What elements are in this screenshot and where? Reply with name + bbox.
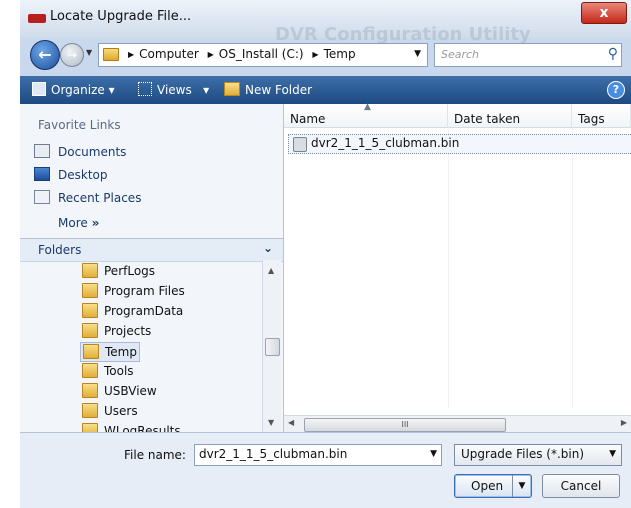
more-links[interactable]: More » bbox=[58, 216, 99, 230]
folder-icon bbox=[82, 263, 98, 278]
folder-tree-item[interactable]: Users bbox=[80, 402, 140, 420]
command-toolbar: Organize ▾ Views ▾ New Folder ? bbox=[20, 76, 631, 104]
cancel-button[interactable]: Cancel bbox=[542, 474, 620, 498]
new-folder-button[interactable]: New Folder bbox=[224, 82, 312, 97]
organize-icon bbox=[32, 82, 46, 96]
file-list-pane: ▲ Name Date taken Tags dvr2_1_1_5_clubma… bbox=[284, 102, 631, 433]
folder-tree-item[interactable]: PerfLogs bbox=[80, 262, 157, 280]
dialog-window: Locate Upgrade File... DVR Configuration… bbox=[20, 0, 631, 508]
folder-icon bbox=[82, 383, 98, 398]
folders-scroll-thumb[interactable] bbox=[265, 338, 280, 356]
column-divider bbox=[572, 128, 573, 408]
file-name-value: dvr2_1_1_5_clubman.bin bbox=[199, 447, 348, 461]
file-name-input[interactable]: dvr2_1_1_5_clubman.bin ▼ bbox=[194, 444, 442, 466]
file-type-value: Upgrade Files (*.bin) bbox=[461, 447, 584, 461]
breadcrumb: ▶ Computer ▶ OS_Install (C:) ▶ Temp bbox=[123, 47, 356, 61]
chevron-down-icon[interactable]: ⌄ bbox=[263, 241, 273, 255]
file-name: dvr2_1_1_5_clubman.bin bbox=[311, 136, 460, 150]
navigation-pane: Favorite Links Documents Desktop Recent … bbox=[20, 104, 284, 432]
folders-heading: Folders bbox=[38, 243, 82, 257]
open-button[interactable]: Open ▼ bbox=[454, 474, 532, 498]
file-type-select[interactable]: Upgrade Files (*.bin) ▼ bbox=[454, 444, 622, 466]
favorite-recent-places[interactable]: Recent Places bbox=[34, 190, 141, 205]
scroll-left-icon[interactable]: ◀ bbox=[288, 418, 294, 427]
folder-tree-item[interactable]: ProgramData bbox=[80, 302, 185, 320]
breadcrumb-computer[interactable]: Computer bbox=[139, 47, 199, 61]
app-icon bbox=[28, 14, 46, 23]
folder-icon bbox=[82, 283, 98, 298]
search-box[interactable]: Search ⚲ bbox=[434, 43, 622, 67]
file-name-label: File name: bbox=[124, 448, 186, 462]
documents-icon bbox=[34, 144, 50, 158]
scroll-up-icon[interactable]: ▲ bbox=[268, 266, 274, 275]
sort-ascending-icon: ▲ bbox=[364, 102, 371, 112]
window-title: Locate Upgrade File... bbox=[50, 9, 192, 24]
open-options-dropdown-icon[interactable]: ▼ bbox=[512, 475, 531, 497]
column-header-tags[interactable]: Tags bbox=[572, 104, 631, 128]
folder-tree-item[interactable]: Projects bbox=[80, 322, 153, 340]
folders-header[interactable]: Folders ⌄ bbox=[20, 238, 283, 262]
scroll-right-icon[interactable]: ▶ bbox=[621, 418, 627, 427]
favorite-documents[interactable]: Documents bbox=[34, 144, 126, 159]
folder-icon bbox=[82, 323, 98, 338]
desktop-icon bbox=[34, 167, 50, 181]
favorite-desktop[interactable]: Desktop bbox=[34, 167, 108, 182]
file-row[interactable]: dvr2_1_1_5_clubman.bin bbox=[288, 134, 631, 154]
favorite-links-heading: Favorite Links bbox=[38, 118, 121, 132]
folder-tree-item-selected[interactable]: Temp bbox=[80, 342, 140, 362]
recent-pages-chevron-icon[interactable]: ▼ bbox=[86, 48, 92, 57]
breadcrumb-separator-icon: ▶ bbox=[128, 50, 135, 59]
folder-icon bbox=[82, 363, 98, 378]
folder-tree-item[interactable]: Tools bbox=[80, 362, 136, 380]
breadcrumb-separator-icon: ▶ bbox=[207, 50, 214, 59]
bin-file-icon bbox=[293, 137, 307, 152]
folder-tree-item[interactable]: USBView bbox=[80, 382, 159, 400]
breadcrumb-separator-icon: ▶ bbox=[312, 50, 319, 59]
views-icon bbox=[138, 82, 152, 96]
new-folder-icon bbox=[224, 82, 240, 96]
column-header-name[interactable]: ▲ Name bbox=[284, 102, 448, 128]
address-bar[interactable]: ▶ Computer ▶ OS_Install (C:) ▶ Temp ▼ bbox=[98, 43, 428, 67]
folders-scrollbar[interactable]: ▲ ▼ bbox=[262, 260, 281, 432]
address-row: ← → ▼ ▶ Computer ▶ OS_Install (C:) ▶ Temp ▼… bbox=[20, 38, 631, 72]
file-type-dropdown-icon[interactable]: ▼ bbox=[609, 449, 616, 459]
folder-icon bbox=[83, 344, 99, 359]
address-dropdown-icon[interactable]: ▼ bbox=[414, 49, 421, 59]
scroll-down-icon[interactable]: ▼ bbox=[268, 418, 274, 427]
recent-places-icon bbox=[34, 190, 50, 204]
forward-button[interactable]: → bbox=[60, 43, 84, 67]
folder-icon bbox=[82, 423, 98, 432]
search-icon[interactable]: ⚲ bbox=[608, 46, 618, 62]
column-header-date-taken[interactable]: Date taken bbox=[448, 104, 572, 128]
views-button[interactable]: Views ▾ bbox=[138, 82, 209, 97]
file-name-dropdown-icon[interactable]: ▼ bbox=[430, 449, 437, 459]
breadcrumb-temp[interactable]: Temp bbox=[324, 47, 356, 61]
organize-button[interactable]: Organize ▾ bbox=[32, 82, 115, 97]
file-list-scrollbar[interactable]: ◀ III ▶ bbox=[284, 415, 631, 433]
search-placeholder: Search bbox=[441, 48, 480, 61]
column-divider bbox=[448, 128, 449, 408]
folder-tree-item[interactable]: Program Files bbox=[80, 282, 187, 300]
folder-icon bbox=[82, 403, 98, 418]
title-bar: Locate Upgrade File... DVR Configuration… bbox=[20, 0, 631, 45]
breadcrumb-os-install[interactable]: OS_Install (C:) bbox=[219, 47, 304, 61]
folder-icon bbox=[82, 303, 98, 318]
file-list-scroll-thumb[interactable]: III bbox=[304, 418, 506, 432]
dialog-footer: File name: dvr2_1_1_5_clubman.bin ▼ Upgr… bbox=[20, 432, 631, 508]
close-button[interactable]: x bbox=[581, 2, 627, 24]
back-button[interactable]: ← bbox=[30, 40, 60, 70]
folder-tree-item[interactable]: WLogResults bbox=[80, 422, 183, 432]
help-icon[interactable]: ? bbox=[607, 81, 625, 99]
folder-icon bbox=[103, 48, 119, 61]
